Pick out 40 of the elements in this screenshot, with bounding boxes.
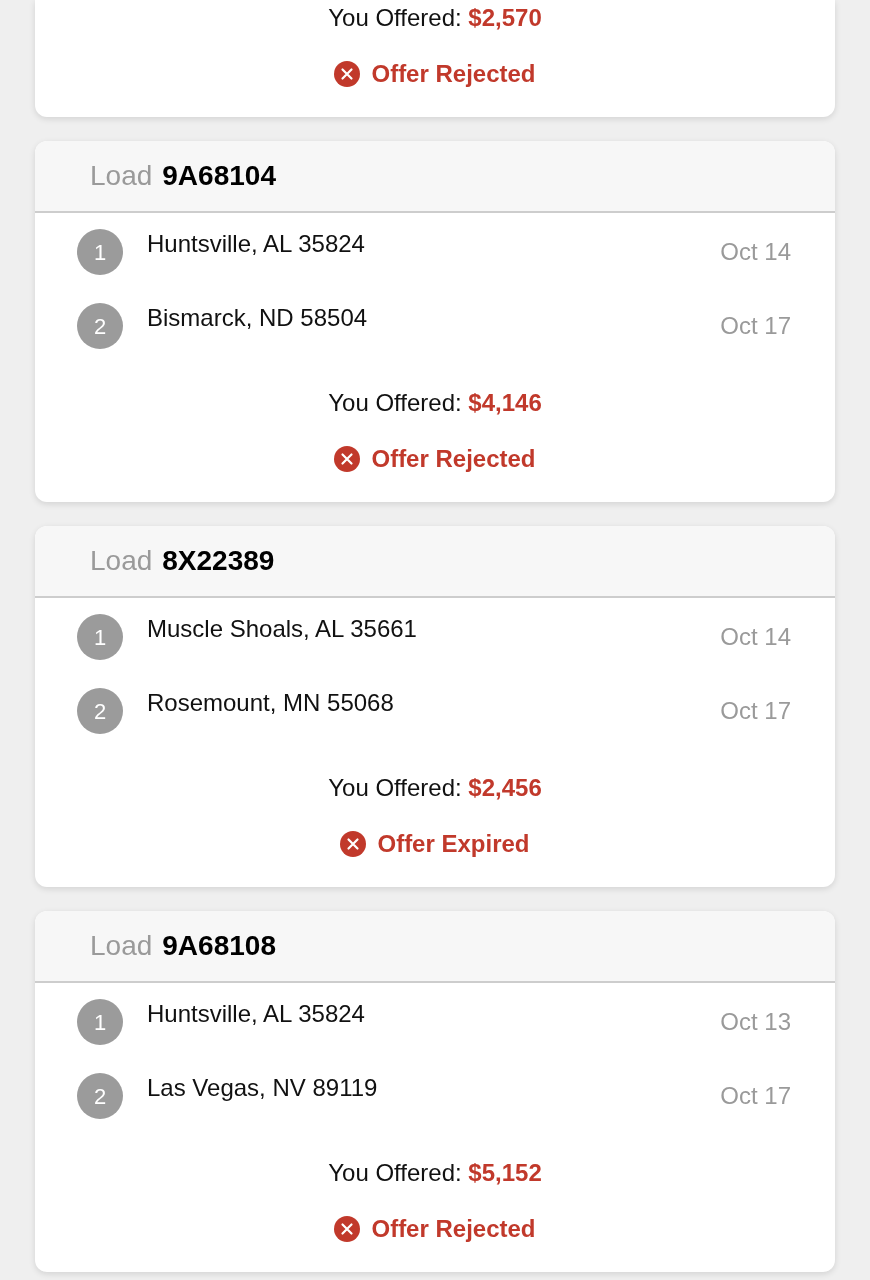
load-card[interactable]: Load 8X22389 1 Muscle Shoals, AL 35661 Oct 14 2 Rosemount, MN 55068 Oct 17 You Offered: $2,456 Offer Expired <box>35 526 835 887</box>
offered-price: You Offered: $5,152 <box>328 1158 542 1188</box>
stop-location: Las Vegas, NV 89119 <box>147 1073 378 1103</box>
offer-status: Offer Rejected <box>371 1214 536 1244</box>
x-circle-icon <box>340 831 367 857</box>
load-card[interactable]: Load 9A68104 1 Huntsville, AL 35824 Oct 14 2 Bismarck, ND 58504 Oct 17 You Offered: $4,146 Offer Rejected <box>35 141 835 502</box>
stop-date: Oct 14 <box>720 237 791 267</box>
stop-date: Oct 17 <box>720 1081 791 1111</box>
stop-location: Bismarck, ND 58504 <box>147 303 368 333</box>
stop-number: 2 <box>77 303 123 349</box>
offer-status: Offer Expired <box>377 829 530 859</box>
load-label: Load <box>90 159 153 193</box>
stop-number: 2 <box>77 688 123 734</box>
offered-price: You Offered: $2,570 <box>328 3 542 33</box>
offer-status: Offer Rejected <box>371 444 536 474</box>
stop-location: Muscle Shoals, AL 35661 <box>147 614 417 644</box>
stop-date: Oct 17 <box>720 696 791 726</box>
x-circle-icon <box>334 1216 361 1242</box>
load-id: 9A68104 <box>162 159 276 193</box>
stop-date: Oct 13 <box>720 1007 791 1037</box>
stop-location: Rosemount, MN 55068 <box>147 688 394 718</box>
stop-number: 1 <box>77 614 123 660</box>
stop-number: 2 <box>77 1073 123 1119</box>
stop-date: Oct 17 <box>720 311 791 341</box>
load-id: 9A68108 <box>162 929 276 963</box>
offered-price: You Offered: $2,456 <box>328 773 542 803</box>
load-label: Load <box>90 544 153 578</box>
x-circle-icon <box>334 61 361 87</box>
x-circle-icon <box>334 446 361 472</box>
load-label: Load <box>90 929 153 963</box>
stop-number: 1 <box>77 229 123 275</box>
stop-location: Huntsville, AL 35824 <box>147 999 365 1029</box>
stop-number: 1 <box>77 999 123 1045</box>
load-id: 8X22389 <box>162 544 275 578</box>
stop-location: Huntsville, AL 35824 <box>147 229 365 259</box>
stop-date: Oct 14 <box>720 622 791 652</box>
load-card[interactable]: You Offered: $2,570 Offer Rejected <box>35 0 835 117</box>
offer-status: Offer Rejected <box>371 59 536 89</box>
load-card[interactable]: Load 9A68108 1 Huntsville, AL 35824 Oct 13 2 Las Vegas, NV 89119 Oct 17 You Offered: $5,152 Offer Rejected <box>35 911 835 1272</box>
offered-price: You Offered: $4,146 <box>328 388 542 418</box>
